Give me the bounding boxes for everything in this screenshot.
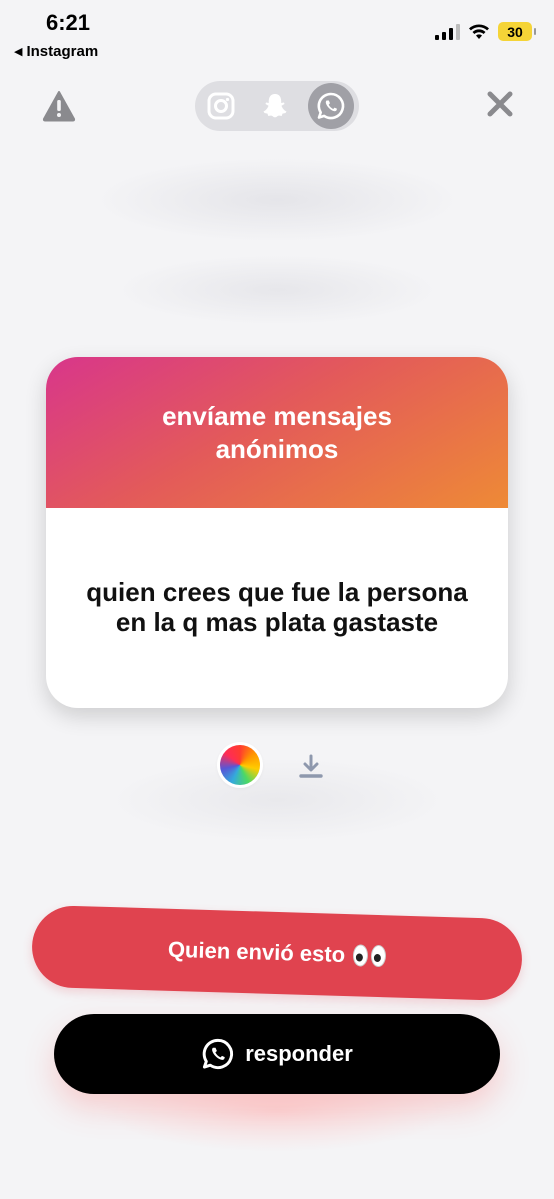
whatsapp-icon: [317, 92, 345, 120]
who-sent-this-button[interactable]: Quien envió esto: [30, 904, 524, 1002]
platform-switcher: [195, 81, 359, 131]
back-to-app-link[interactable]: ◀ Instagram: [14, 43, 98, 60]
card-header: envíame mensajes anónimos: [46, 357, 508, 508]
close-button[interactable]: [486, 90, 514, 123]
message-card: envíame mensajes anónimos quien crees qu…: [46, 357, 508, 708]
whatsapp-icon: [202, 1038, 234, 1070]
platform-instagram-button[interactable]: [198, 83, 244, 129]
platform-snapchat-button[interactable]: [252, 83, 298, 129]
warning-triangle-icon: [42, 91, 76, 122]
who-sent-label: Quien envió esto: [167, 936, 346, 968]
platform-whatsapp-button[interactable]: [308, 83, 354, 129]
eyes-emoji-icon: [352, 944, 387, 968]
card-title: envíame mensajes anónimos: [162, 400, 392, 464]
report-warning-button[interactable]: [42, 90, 76, 127]
status-indicators: 30: [435, 22, 536, 41]
close-x-icon: [487, 91, 513, 117]
reply-button[interactable]: responder: [54, 1014, 500, 1094]
cellular-signal-icon: [435, 23, 460, 40]
card-body: quien crees que fue la persona en la q m…: [46, 508, 508, 708]
battery-indicator: 30: [498, 22, 536, 41]
instagram-icon: [207, 92, 235, 120]
card-question: quien crees que fue la persona en la q m…: [86, 576, 468, 637]
snapchat-ghost-icon: [263, 94, 287, 118]
status-time: 6:21: [46, 10, 91, 35]
download-button[interactable]: [292, 747, 330, 785]
reply-label: responder: [245, 1041, 353, 1066]
color-wheel-icon[interactable]: [220, 745, 260, 785]
back-arrow-icon: ◀: [14, 46, 23, 58]
download-icon: [299, 754, 323, 778]
wifi-icon: [469, 24, 489, 39]
back-app-label: Instagram: [26, 43, 99, 60]
